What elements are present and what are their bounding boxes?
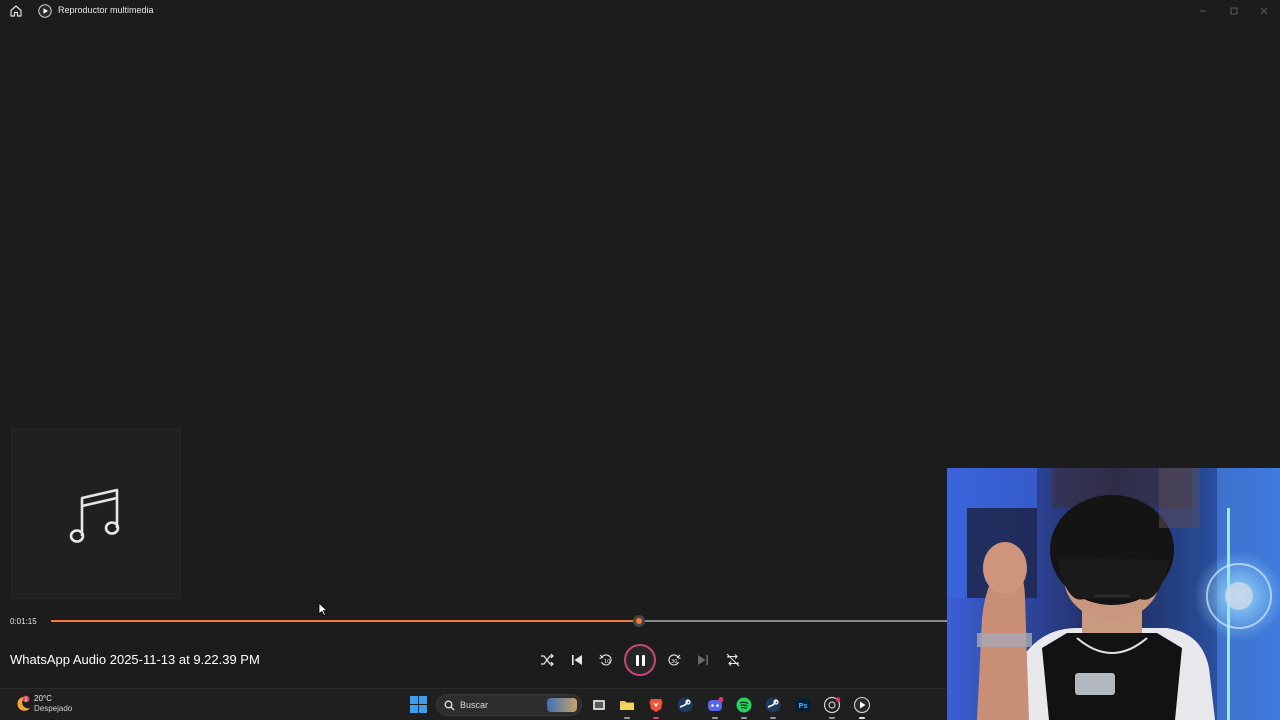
taskbar-app-media-player[interactable] [853, 696, 871, 719]
search-highlight-image [547, 698, 577, 712]
taskbar-app-steam-2[interactable] [764, 696, 782, 719]
webcam-overlay [947, 468, 1280, 720]
windows-logo-icon [410, 696, 427, 713]
taskbar-app-photoshop[interactable]: Ps [794, 696, 812, 714]
album-art [11, 429, 181, 599]
repeat-button[interactable] [724, 651, 742, 669]
rewind-10-button[interactable]: 10 [597, 651, 615, 669]
running-indicator [741, 717, 747, 719]
running-indicator [712, 717, 718, 719]
minimize-icon [1200, 10, 1206, 12]
seek-bar[interactable] [51, 615, 947, 627]
weather-condition: Despejado [34, 704, 73, 713]
shuffle-icon [541, 653, 554, 667]
running-indicator [859, 717, 865, 719]
forward-30-button[interactable]: 30 [665, 651, 683, 669]
title-bar: Reproductor multimedia [0, 0, 1280, 22]
taskbar-app-chrome[interactable] [823, 696, 841, 719]
brave-browser-icon [649, 699, 663, 712]
file-explorer-icon [620, 701, 634, 710]
task-view-button[interactable] [590, 696, 608, 714]
repeat-off-icon [726, 653, 740, 667]
seek-thumb[interactable] [633, 615, 645, 627]
media-player-icon [853, 696, 871, 714]
window-title: Reproductor multimedia [58, 5, 154, 15]
skip-next-icon [698, 655, 708, 665]
running-indicator [770, 717, 776, 719]
home-button[interactable] [8, 3, 24, 19]
pause-button[interactable] [624, 644, 656, 676]
media-player-app-icon [38, 4, 52, 18]
forward-30-icon: 30 [668, 654, 681, 666]
search-icon [444, 700, 455, 711]
steam-icon [765, 697, 781, 713]
taskbar-search[interactable]: Buscar [436, 694, 582, 716]
screen: Reproductor multimedia 0:01:15 WhatsApp … [0, 0, 1280, 720]
close-button[interactable] [1254, 3, 1274, 19]
taskbar: 1 20°C Despejado Buscar Ps [0, 688, 947, 720]
weather-badge: 1 [24, 697, 27, 703]
seek-progress [51, 620, 639, 622]
start-button[interactable] [410, 696, 427, 713]
weather-widget[interactable]: 1 20°C Despejado [14, 693, 94, 717]
photoshop-label: Ps [798, 702, 807, 710]
track-title: WhatsApp Audio 2025-11-13 at 9.22.39 PM [10, 652, 260, 667]
shuffle-button[interactable] [538, 651, 556, 669]
rewind-10-icon: 10 [599, 654, 612, 666]
home-icon [10, 5, 22, 17]
running-indicator [624, 717, 630, 719]
task-view-icon [593, 700, 605, 710]
search-label: Buscar [460, 700, 489, 710]
discord-icon [708, 697, 724, 711]
music-note-icon [69, 488, 120, 543]
next-button[interactable] [694, 651, 712, 669]
mouse-cursor [318, 602, 328, 621]
svg-text:30: 30 [671, 659, 677, 665]
taskbar-app-discord[interactable] [706, 696, 724, 719]
weather-moon-icon: 1 [17, 695, 30, 711]
weather-temperature: 20°C [34, 694, 52, 703]
taskbar-app-file-explorer[interactable] [618, 696, 636, 719]
svg-text:10: 10 [604, 659, 610, 665]
chrome-icon [823, 696, 841, 714]
previous-button[interactable] [568, 651, 586, 669]
minimize-button[interactable] [1193, 3, 1213, 19]
running-indicator [829, 717, 835, 719]
steam-icon [677, 697, 693, 713]
photoshop-icon: Ps [795, 698, 811, 712]
running-indicator [653, 717, 659, 719]
current-time: 0:01:15 [10, 617, 37, 626]
taskbar-app-spotify[interactable] [735, 696, 753, 719]
close-icon [1260, 7, 1268, 15]
maximize-button[interactable] [1224, 3, 1244, 19]
skip-previous-icon [572, 655, 582, 665]
taskbar-app-brave[interactable] [647, 696, 665, 719]
spotify-icon [736, 697, 752, 713]
maximize-icon [1230, 7, 1238, 15]
taskbar-app-steam[interactable] [676, 696, 694, 714]
